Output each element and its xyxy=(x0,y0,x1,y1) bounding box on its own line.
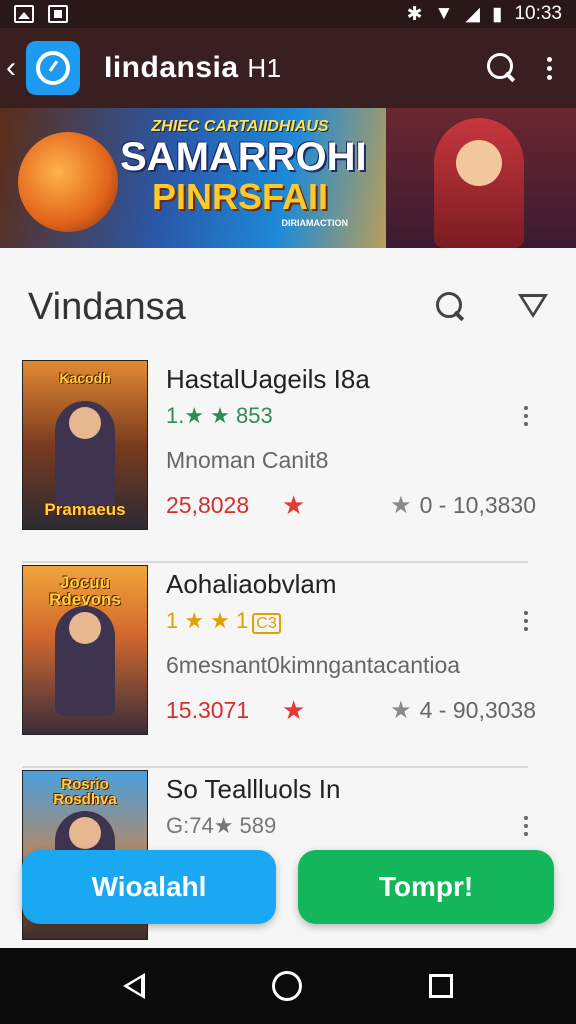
banner-kicker: ZHIEC CARTAIIDHIAUS xyxy=(151,118,329,135)
status-bar: ✱ ▼ ◢ ▮ 10:33 xyxy=(0,0,576,28)
game-title: So Teallluols In xyxy=(166,774,341,804)
wifi-icon: ▼ xyxy=(434,3,454,24)
download-count: 15.3071 xyxy=(166,697,250,723)
rating-badge: C3 xyxy=(252,613,281,634)
nav-back-icon[interactable] xyxy=(123,973,146,999)
promo-banner[interactable]: ZHIEC CARTAIIDHIAUS SAMARROHI PINRSFAII … xyxy=(0,108,576,248)
dragon-mascot-image xyxy=(18,132,118,232)
nav-recents-icon[interactable] xyxy=(428,974,453,998)
nav-home-icon[interactable] xyxy=(271,971,302,1001)
row-overflow-icon[interactable] xyxy=(524,611,528,631)
section-title: Vindansa xyxy=(28,285,186,328)
gallery-notification-icon xyxy=(14,5,34,23)
game-thumbnail[interactable]: Kacodh Pramaeus xyxy=(22,360,148,530)
filter-icon[interactable] xyxy=(518,294,548,320)
back-arrow-icon[interactable]: ‹ xyxy=(6,53,26,83)
compass-icon xyxy=(36,51,70,85)
red-star-icon: ★ xyxy=(282,490,306,520)
red-star-icon: ★ xyxy=(282,695,306,725)
game-title: Aohaliaobvlam xyxy=(166,569,337,599)
app-notification-icon xyxy=(48,5,68,23)
section-search-icon[interactable] xyxy=(436,292,466,322)
rating-range: 0 - 10,3830 xyxy=(419,492,536,518)
game-rating: 1 ★ ★ 1 C3 xyxy=(166,608,496,634)
game-subtitle: 6mesnant0kimngantacantioa xyxy=(166,652,461,678)
banner-subheadline: PINRSFAII xyxy=(151,176,329,217)
game-subtitle: Mnoman Canit8 xyxy=(166,447,329,473)
row-overflow-icon[interactable] xyxy=(524,406,528,426)
section-header: Vindansa xyxy=(28,282,548,332)
status-time: 10:33 xyxy=(514,3,562,24)
list-item[interactable]: Kacodh Pramaeus HastalUageils I8a 1.★ ★ … xyxy=(22,358,536,563)
system-nav-bar xyxy=(0,948,576,1024)
game-rating: G:74★ 589 xyxy=(166,813,277,838)
app-title: Iindansia H1 xyxy=(104,51,282,84)
banner-headline: SAMARROHI xyxy=(120,135,367,179)
bluetooth-icon: ✱ xyxy=(406,3,423,25)
hero-character-image xyxy=(434,118,524,248)
primary-blue-button[interactable]: Wioalahl xyxy=(22,850,276,924)
app-bar: ‹ Iindansia H1 xyxy=(0,28,576,108)
game-thumbnail[interactable]: Jocuu Rdevons xyxy=(22,565,148,735)
search-icon[interactable] xyxy=(487,53,517,83)
signal-icon: ◢ xyxy=(465,3,480,25)
primary-green-button[interactable]: Tompr! xyxy=(298,850,554,924)
grey-star-icon: ★ xyxy=(390,697,412,724)
game-rating: 1.★ ★ 853 xyxy=(166,403,273,428)
battery-icon: ▮ xyxy=(491,3,503,25)
app-logo xyxy=(26,41,80,95)
overflow-menu-icon[interactable] xyxy=(547,56,552,80)
download-count: 25,8028 xyxy=(166,492,250,518)
banner-tag: DIRIAMACTION xyxy=(281,217,349,228)
grey-star-icon: ★ xyxy=(390,492,412,519)
row-overflow-icon[interactable] xyxy=(524,816,528,836)
game-title: HastalUageils I8a xyxy=(166,364,370,394)
rating-range: 4 - 90,3038 xyxy=(419,697,536,723)
list-item[interactable]: Jocuu Rdevons Aohaliaobvlam 1 ★ ★ 1 C3 6m… xyxy=(22,563,536,768)
banner-text: ZHIEC CARTAIIDHIAUS SAMARROHI PINRSFAII … xyxy=(120,118,367,228)
content-panel: Vindansa Kacodh Pramaeus HastalUageils I… xyxy=(0,248,576,948)
